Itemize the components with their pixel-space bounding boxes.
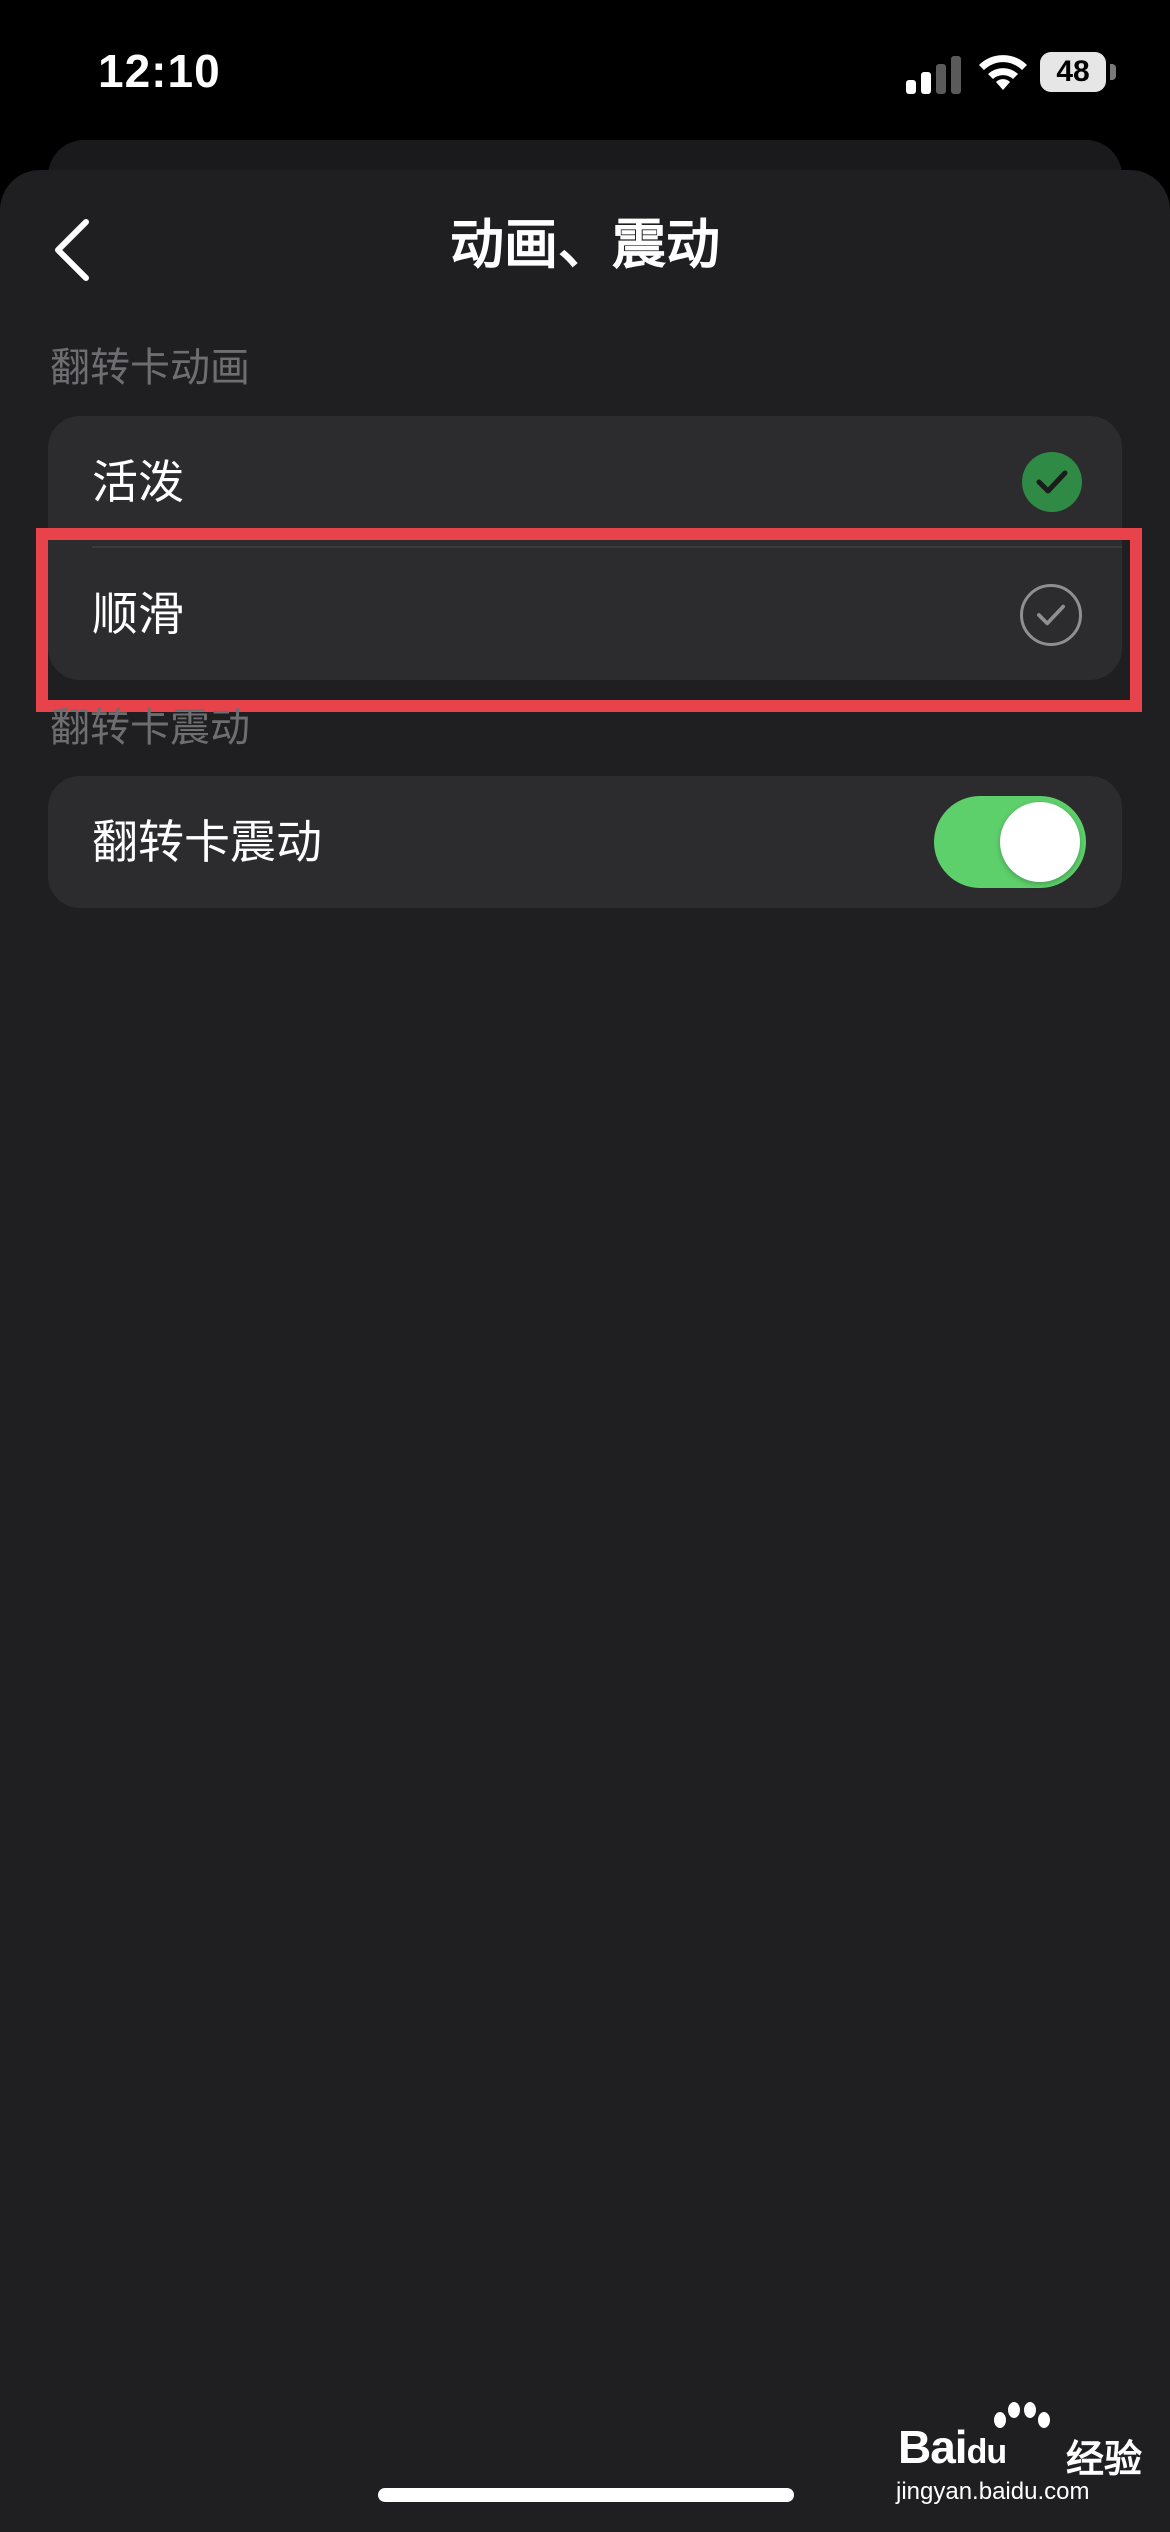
watermark-url: jingyan.baidu.com: [896, 2478, 1090, 2505]
option-label: 顺滑: [92, 587, 184, 641]
watermark-bai: Bai: [898, 2421, 968, 2473]
vibration-toggle-label: 翻转卡震动: [92, 815, 322, 869]
baidu-watermark: Baidu 经验 jingyan.baidu.com: [890, 2400, 1150, 2510]
checkmark-selected-icon: [1022, 452, 1082, 512]
status-time: 12:10: [98, 45, 221, 97]
watermark-suffix: 经验: [1066, 2437, 1143, 2481]
watermark-brand: Baidu: [898, 2420, 1008, 2474]
status-bar: 12:10 48: [0, 0, 1170, 150]
option-row-lively[interactable]: 活泼: [48, 416, 1122, 548]
section-header-animation: 翻转卡动画: [50, 345, 250, 391]
watermark-du: du: [966, 2433, 1008, 2471]
screen: 12:10 48 动画、震动 翻转卡动画 活泼 顺滑 翻转卡震动 翻转卡震动 B…: [0, 0, 1170, 2532]
battery-nub: [1110, 64, 1116, 80]
vibration-toggle[interactable]: [934, 796, 1086, 888]
wifi-icon: [979, 55, 1027, 90]
option-row-smooth[interactable]: 顺滑: [48, 548, 1122, 680]
vibration-group: 翻转卡震动: [48, 776, 1122, 908]
animation-options-group: 活泼 顺滑: [48, 416, 1122, 680]
checkmark-unselected-icon: [1020, 584, 1082, 646]
option-label: 活泼: [92, 455, 184, 509]
vibration-row: 翻转卡震动: [48, 776, 1122, 908]
section-header-vibration: 翻转卡震动: [50, 705, 250, 751]
page-title: 动画、震动: [450, 213, 720, 276]
toggle-knob: [1000, 802, 1080, 882]
signal-icon: [906, 54, 962, 94]
battery-icon: 48: [1040, 52, 1106, 92]
home-indicator[interactable]: [378, 2488, 794, 2502]
